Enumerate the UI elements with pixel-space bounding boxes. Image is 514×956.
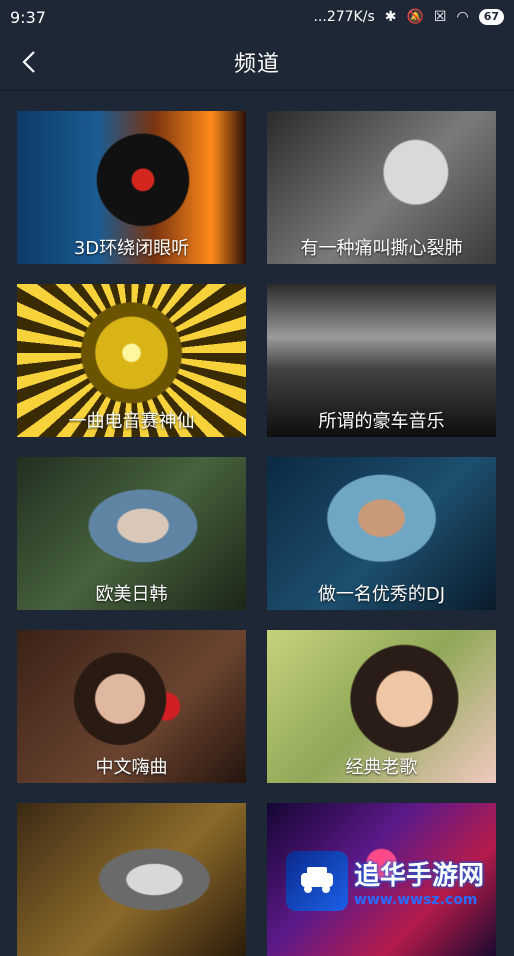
channel-label: 欧美日韩 bbox=[95, 584, 168, 605]
sim-icon: ☒ bbox=[433, 9, 447, 25]
channel-label bbox=[17, 922, 246, 956]
channel-label: 3D环绕闭眼听 bbox=[73, 238, 190, 259]
channel-card-luxury-car[interactable]: 所谓的豪车音乐 bbox=[267, 284, 496, 437]
watermark: 追华手游网 www.wwsz.com bbox=[286, 849, 506, 913]
back-arrow-icon[interactable] bbox=[18, 46, 42, 78]
channel-label: 有一种痛叫撕心裂肺 bbox=[300, 238, 463, 259]
channel-label: 做一名优秀的DJ bbox=[317, 584, 446, 605]
channel-card-classic-oldies[interactable]: 经典老歌 bbox=[267, 630, 496, 783]
network-speed: ...277K/s bbox=[313, 9, 375, 25]
channel-card-3d-surround[interactable]: 3D环绕闭眼听 bbox=[17, 111, 246, 264]
watermark-name: 追华手游网 bbox=[354, 860, 485, 891]
status-bar: 9:37 ...277K/s ✱ 🔕 ☒ ◠ 67 bbox=[0, 0, 514, 34]
channel-label: 所谓的豪车音乐 bbox=[318, 411, 445, 432]
channel-card-chinese-club[interactable]: 中文嗨曲 bbox=[17, 630, 246, 783]
nav-bar: 频道 bbox=[0, 34, 514, 91]
status-icons: ...277K/s ✱ 🔕 ☒ ◠ 67 bbox=[313, 9, 504, 25]
channel-label: 中文嗨曲 bbox=[95, 757, 168, 778]
channel-label: 经典老歌 bbox=[345, 757, 418, 778]
battery-icon: 67 bbox=[478, 9, 504, 25]
channel-card-edm[interactable]: 一曲电音赛神仙 bbox=[17, 284, 246, 437]
wifi-icon: ◠ bbox=[456, 9, 469, 25]
channel-card-heartbreak[interactable]: 有一种痛叫撕心裂肺 bbox=[267, 111, 496, 264]
bluetooth-icon: ✱ bbox=[384, 9, 397, 25]
watermark-logo-icon bbox=[286, 851, 348, 911]
channel-card-microphone[interactable] bbox=[17, 803, 246, 956]
channel-card-western-jk[interactable]: 欧美日韩 bbox=[17, 457, 246, 610]
channel-label: 一曲电音赛神仙 bbox=[68, 411, 195, 432]
watermark-url: www.wwsz.com bbox=[354, 891, 478, 908]
channel-label bbox=[267, 922, 496, 956]
channel-card-dj[interactable]: 做一名优秀的DJ bbox=[267, 457, 496, 610]
page-title: 频道 bbox=[233, 52, 280, 77]
mute-bell-icon: 🔕 bbox=[406, 9, 424, 25]
clock: 9:37 bbox=[10, 7, 46, 27]
